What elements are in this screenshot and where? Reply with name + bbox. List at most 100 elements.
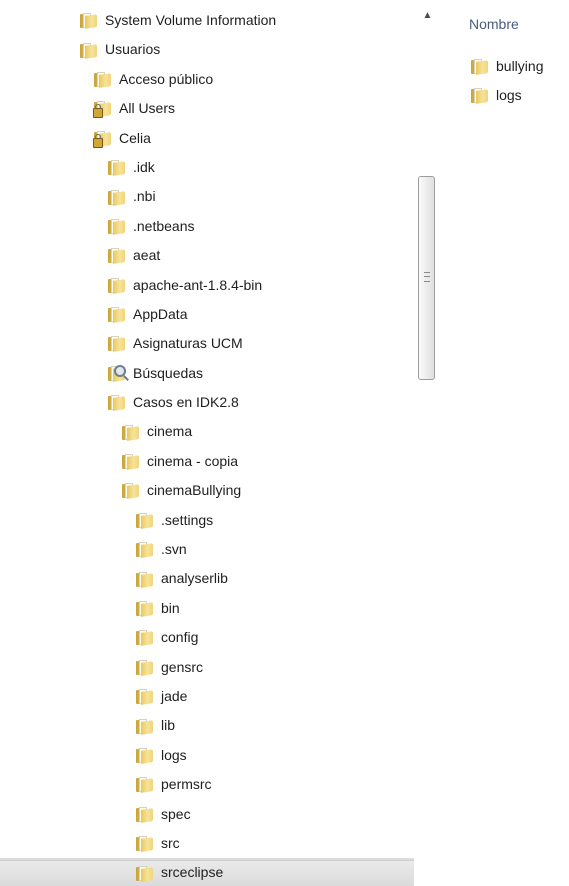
folder-icon (94, 71, 111, 88)
tree-item-label: bin (161, 599, 180, 616)
tree-item[interactable]: logs (0, 741, 440, 770)
tree-item-label: analyserlib (161, 570, 228, 587)
tree-item[interactable]: src (0, 829, 440, 858)
tree-item[interactable]: bin (0, 594, 440, 623)
tree-item[interactable]: srceclipse (0, 858, 440, 886)
tree-item[interactable]: aeat (0, 241, 440, 270)
file-list-item-label: bullying (496, 58, 544, 74)
folder-icon (471, 87, 488, 104)
tree-item[interactable]: config (0, 623, 440, 652)
tree-item[interactable]: Acceso público (0, 65, 440, 94)
tree-item[interactable]: All Users (0, 94, 440, 123)
folder-lock-icon (93, 101, 111, 119)
folder-icon (108, 248, 125, 265)
tree-item-label: logs (161, 746, 187, 763)
folder-icon (122, 454, 139, 470)
tree-item[interactable]: gensrc (0, 653, 440, 682)
tree-item-label: .idk (133, 158, 155, 175)
tree-item[interactable]: cinema (0, 417, 440, 446)
tree-item[interactable]: analyserlib (0, 564, 440, 593)
tree-item[interactable]: System Volume Information (0, 6, 440, 35)
tree-item[interactable]: cinema - copia (0, 447, 440, 476)
tree-item[interactable]: spec (0, 800, 440, 829)
tree-item-label: System Volume Information (105, 12, 277, 28)
folder-icon (136, 806, 153, 823)
tree-scrollbar[interactable]: ▲ (414, 0, 440, 886)
tree-item-label: apache-ant-1.8.4-bin (133, 276, 263, 293)
tree-item[interactable]: .settings (0, 506, 440, 535)
folder-icon (108, 218, 125, 235)
file-list-item[interactable]: bullying (471, 52, 543, 80)
tree-item-label: aeat (133, 247, 161, 264)
folder-icon (108, 277, 125, 294)
tree-item[interactable]: .nbi (0, 182, 440, 211)
folder-icon (108, 160, 125, 176)
search-folder-icon (108, 364, 126, 382)
tree-item-label: spec (161, 805, 191, 822)
tree-item[interactable]: lib (0, 711, 440, 740)
tree-item-label: Búsquedas (133, 364, 204, 381)
file-list-pane: Nombre bullying logs (441, 0, 569, 886)
folder-icon (136, 630, 153, 647)
tree-item-label: gensrc (161, 658, 204, 675)
tree-item-label: Casos en IDK2.8 (133, 394, 239, 411)
tree-item[interactable]: AppData (0, 300, 440, 329)
folder-icon (136, 865, 153, 882)
tree-item-label: cinema (147, 423, 193, 440)
tree-item-label: jade (161, 687, 188, 704)
tree-item[interactable]: Casos en IDK2.8 (0, 388, 440, 417)
folder-icon (471, 58, 488, 75)
navigation-tree[interactable]: System Volume Information Usuarios Acceso … (0, 0, 440, 886)
folder-icon (136, 777, 153, 794)
grip-icon (424, 272, 430, 282)
tree-item-label: srceclipse (161, 864, 224, 881)
scroll-up-button[interactable]: ▲ (421, 10, 434, 22)
tree-item-label: cinemaBullying (147, 482, 242, 499)
tree-item-label: Asignaturas UCM (133, 335, 243, 352)
tree-item-label: lib (161, 717, 176, 734)
folder-icon (136, 512, 153, 529)
folder-icon (108, 395, 125, 412)
tree-item-label: permsrc (161, 776, 212, 793)
tree-item[interactable]: .netbeans (0, 212, 440, 241)
folder-icon (80, 42, 97, 59)
tree-list: System Volume Information Usuarios Acceso … (0, 6, 440, 886)
tree-item-label: .netbeans (133, 217, 195, 234)
tree-item-label: .nbi (133, 188, 156, 205)
folder-icon (122, 483, 139, 500)
scroll-thumb[interactable] (418, 176, 435, 380)
column-header-nombre[interactable]: Nombre (469, 10, 519, 38)
folder-lock-icon (93, 130, 111, 148)
tree-item[interactable]: .svn (0, 535, 440, 564)
tree-item[interactable]: Celia (0, 124, 440, 153)
tree-item[interactable]: permsrc (0, 770, 440, 799)
folder-icon (136, 689, 153, 706)
tree-item-label: AppData (133, 305, 188, 322)
folder-icon (136, 747, 153, 764)
tree-item-label: config (161, 629, 199, 646)
folder-icon (136, 601, 153, 617)
tree-item[interactable]: jade (0, 682, 440, 711)
folder-icon (108, 307, 125, 323)
tree-item[interactable]: .idk (0, 153, 440, 182)
file-list-item[interactable]: logs (471, 81, 522, 109)
tree-item[interactable]: Usuarios (0, 35, 440, 64)
folder-icon (136, 659, 153, 676)
tree-item[interactable]: apache-ant-1.8.4-bin (0, 271, 440, 300)
tree-item-label: src (161, 834, 180, 851)
tree-item-label: Usuarios (105, 41, 161, 58)
folder-icon (108, 189, 125, 206)
folder-icon (136, 542, 153, 559)
folder-icon (108, 336, 125, 353)
tree-item[interactable]: Asignaturas UCM (0, 329, 440, 358)
folder-icon (122, 424, 139, 441)
tree-item[interactable]: cinemaBullying (0, 476, 440, 505)
tree-item[interactable]: Búsquedas (0, 359, 440, 388)
folder-icon (80, 13, 97, 30)
folder-icon (136, 718, 153, 735)
tree-item-label: .settings (161, 511, 214, 528)
tree-item-label: cinema - copia (147, 452, 239, 469)
folder-icon (136, 836, 153, 852)
file-list-item-label: logs (496, 87, 522, 103)
tree-item-label: Celia (119, 129, 151, 146)
